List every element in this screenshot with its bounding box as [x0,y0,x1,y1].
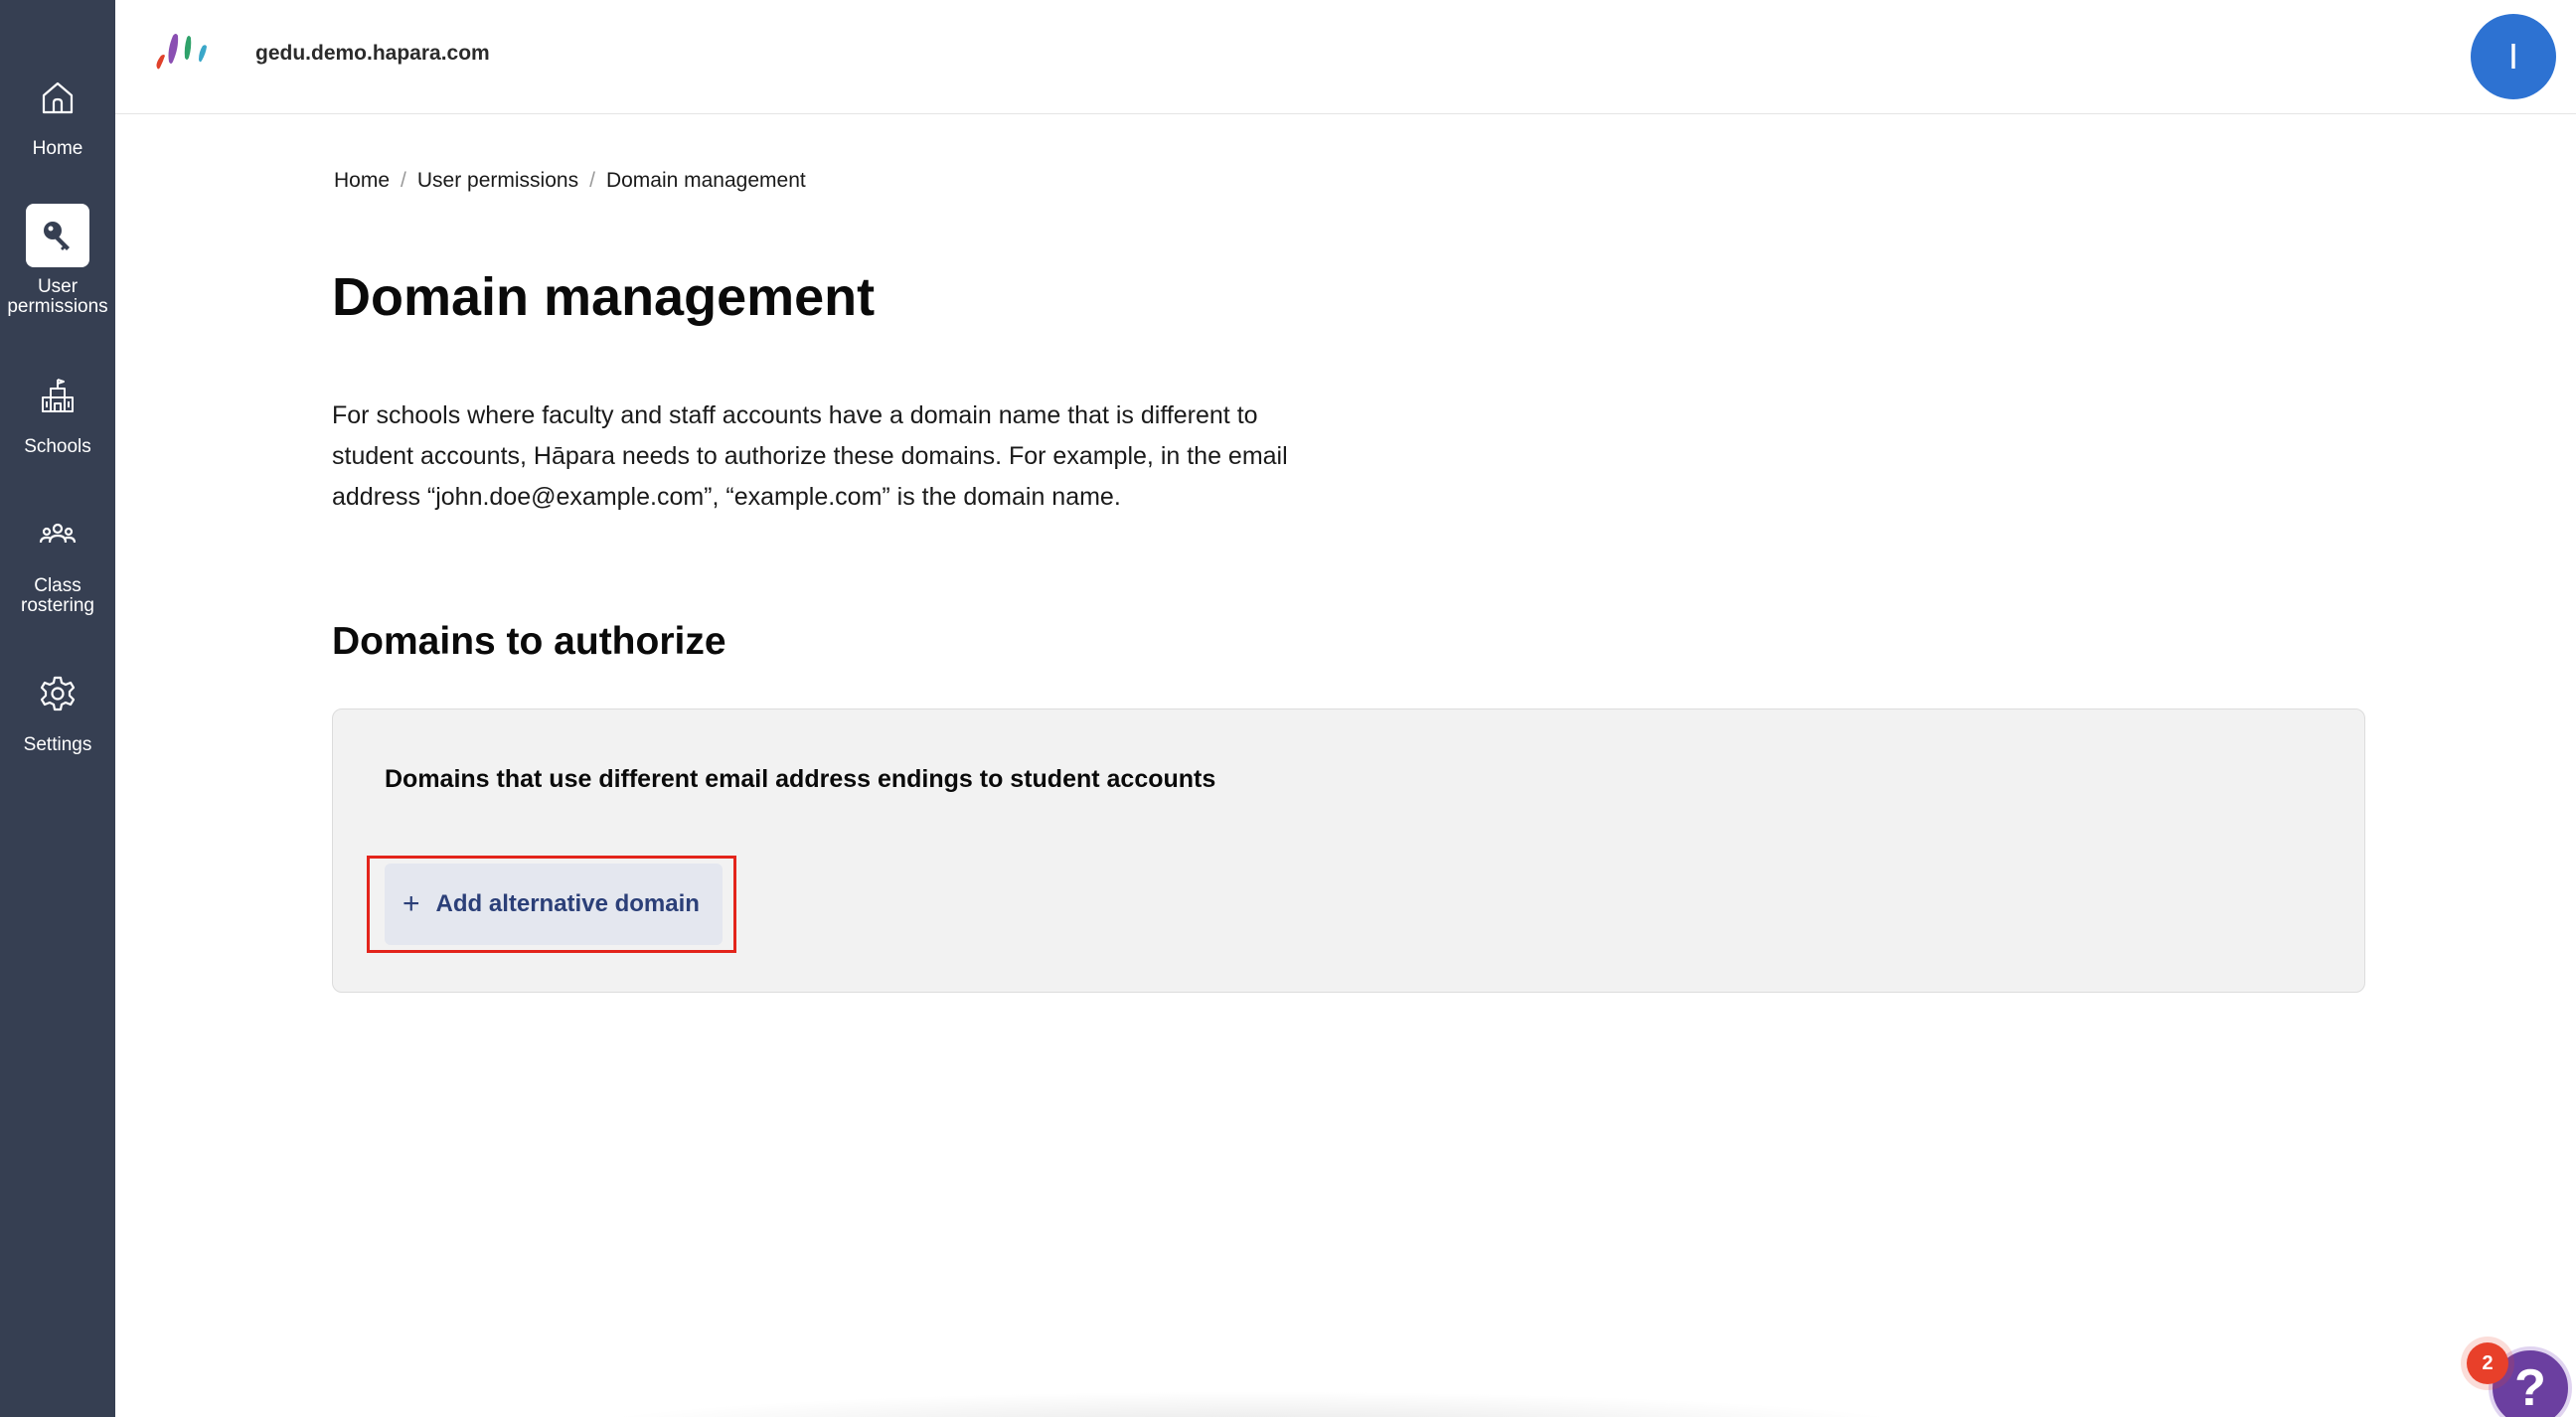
breadcrumb: Home / User permissions / Domain managem… [334,169,806,193]
breadcrumb-separator: / [589,169,595,192]
sidebar-item-user-permissions[interactable]: User permissions [0,204,115,317]
help-notification-badge: 2 [2467,1342,2508,1384]
sidebar-item-label: Schools [24,436,91,457]
panel-title: Domains that use different email address… [385,765,1216,793]
sidebar-nav: Home User permissions Schools Class rost… [0,0,115,1417]
breadcrumb-user-permissions-link[interactable]: User permissions [417,169,578,193]
plus-icon: + [402,887,420,920]
sidebar-item-label: Home [32,138,83,159]
sidebar-item-label: User permissions [7,276,108,317]
top-header: gedu.demo.hapara.com I [115,0,2576,114]
breadcrumb-current: Domain management [605,169,806,192]
add-alternative-domain-label: Add alternative domain [435,890,700,917]
school-domain-name: gedu.demo.hapara.com [255,42,490,65]
sidebar-item-label: Settings [23,734,92,755]
home-icon [26,66,89,129]
sidebar-item-class-rostering[interactable]: Class rostering [0,503,115,616]
school-icon [26,364,89,427]
bottom-shadow [557,1391,1948,1417]
page-title: Domain management [332,267,876,327]
domains-panel: Domains that use different email address… [332,708,2365,993]
sidebar-item-settings[interactable]: Settings [0,662,115,755]
hapara-logo[interactable] [151,28,227,76]
page-description: For schools where faculty and staff acco… [332,401,1288,511]
key-icon [26,204,89,267]
breadcrumb-separator: / [401,169,406,192]
user-avatar[interactable]: I [2471,14,2556,99]
gear-icon [26,662,89,725]
breadcrumb-home-link[interactable]: Home [334,169,390,193]
section-title: Domains to authorize [332,620,726,663]
sidebar-item-home[interactable]: Home [0,66,115,159]
add-alternative-domain-button[interactable]: + Add alternative domain [385,864,723,945]
sidebar-item-label: Class rostering [21,575,94,616]
sidebar-item-schools[interactable]: Schools [0,364,115,457]
group-icon [26,503,89,566]
